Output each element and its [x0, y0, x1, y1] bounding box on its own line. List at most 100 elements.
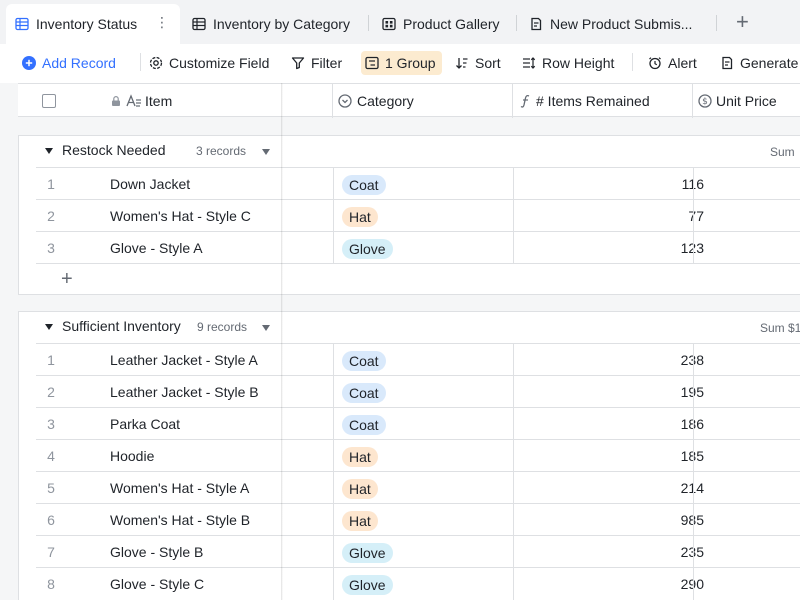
single-select-icon — [338, 94, 352, 108]
view-tabs-bar: Inventory Status ⋮ Inventory by Category… — [0, 0, 800, 44]
cell-item[interactable]: Women's Hat - Style C — [110, 200, 251, 232]
group-button[interactable]: 1 Group — [361, 51, 442, 75]
add-row-button[interactable]: + — [36, 263, 800, 295]
cell-items-remained[interactable]: 77 — [514, 200, 704, 232]
plus-icon: + — [61, 268, 73, 290]
row-height-button[interactable]: Row Height — [522, 51, 614, 75]
group-header[interactable]: Restock Needed 3 records Sum — [19, 136, 800, 167]
alert-button[interactable]: Alert — [648, 51, 697, 75]
cell-items-remained[interactable]: 116 — [514, 168, 704, 200]
group-menu-caret-icon[interactable] — [262, 325, 270, 331]
tab-product-gallery[interactable]: Product Gallery — [382, 4, 518, 44]
add-circle-icon — [22, 56, 36, 70]
column-header-item[interactable]: Item — [110, 84, 172, 118]
group-sum-label[interactable]: Sum — [770, 145, 795, 159]
collapse-caret-icon[interactable] — [45, 324, 53, 330]
form-view-icon — [531, 17, 542, 31]
table-row[interactable]: 7 Glove - Style B Glove 235 — [36, 535, 800, 568]
table-row[interactable]: 3 Glove - Style A Glove 123 — [36, 231, 800, 264]
category-tag[interactable]: Glove — [342, 239, 393, 259]
category-tag[interactable]: Coat — [342, 415, 386, 435]
category-tag[interactable]: Glove — [342, 575, 393, 595]
table-row[interactable]: 1 Leather Jacket - Style A Coat 238 — [36, 343, 800, 376]
generate-label: Generate — [740, 55, 799, 71]
cell-item[interactable]: Parka Coat — [110, 408, 180, 440]
customize-field-button[interactable]: Customize Field — [149, 51, 269, 75]
generate-button[interactable]: Generate — [720, 51, 798, 75]
sort-label: Sort — [475, 55, 501, 71]
table-row[interactable]: 6 Women's Hat - Style B Hat 985 — [36, 503, 800, 536]
cell-item[interactable]: Hoodie — [110, 440, 154, 472]
filter-button[interactable]: Filter — [291, 51, 342, 75]
grid-view-icon — [192, 17, 206, 31]
cell-items-remained[interactable]: 195 — [514, 376, 704, 408]
tab-label: Inventory by Category — [213, 16, 350, 32]
more-options-icon[interactable]: ⋮ — [155, 14, 169, 30]
table-row[interactable]: 1 Down Jacket Coat 116 — [36, 167, 800, 200]
column-title: Unit Price — [716, 93, 777, 109]
row-number: 5 — [47, 480, 55, 496]
column-divider — [693, 536, 694, 568]
row-number: 3 — [47, 416, 55, 432]
category-tag[interactable]: Coat — [342, 175, 386, 195]
cell-items-remained[interactable]: 290 — [514, 568, 704, 600]
category-tag[interactable]: Hat — [342, 447, 378, 467]
category-tag[interactable]: Hat — [342, 479, 378, 499]
group-menu-caret-icon[interactable] — [262, 149, 270, 155]
cell-item[interactable]: Women's Hat - Style B — [110, 504, 250, 536]
column-divider — [333, 200, 334, 232]
group-sum-label[interactable]: Sum $1 — [760, 321, 800, 335]
toolbar-divider — [140, 53, 141, 71]
cell-items-remained[interactable]: 238 — [514, 344, 704, 376]
category-tag[interactable]: Coat — [342, 383, 386, 403]
filter-icon — [291, 57, 305, 70]
cell-items-remained[interactable]: 235 — [514, 536, 704, 568]
sort-button[interactable]: Sort — [455, 51, 501, 75]
column-divider — [693, 440, 694, 472]
table-row[interactable]: 5 Women's Hat - Style A Hat 214 — [36, 471, 800, 504]
table-row[interactable]: 4 Hoodie Hat 185 — [36, 439, 800, 472]
cell-items-remained[interactable]: 985 — [514, 504, 704, 536]
cell-item[interactable]: Leather Jacket - Style B — [110, 376, 259, 408]
tab-inventory-status[interactable]: Inventory Status — [6, 4, 180, 44]
cell-items-remained[interactable]: 185 — [514, 440, 704, 472]
frozen-column-divider — [281, 83, 283, 600]
cell-items-remained[interactable]: 186 — [514, 408, 704, 440]
select-all-checkbox[interactable] — [42, 84, 56, 118]
column-divider — [333, 376, 334, 408]
tab-label: New Product Submis... — [550, 16, 693, 32]
cell-item[interactable]: Glove - Style A — [110, 232, 203, 264]
table-row[interactable]: 8 Glove - Style C Glove 290 — [36, 567, 800, 600]
column-header-unit-price[interactable]: $ Unit Price — [698, 84, 777, 118]
table-row[interactable]: 2 Women's Hat - Style C Hat 77 — [36, 199, 800, 232]
cell-item[interactable]: Glove - Style B — [110, 536, 203, 568]
toolbar-divider — [632, 53, 633, 71]
cell-item[interactable]: Down Jacket — [110, 168, 190, 200]
column-divider — [513, 504, 514, 536]
add-record-button[interactable]: Add Record — [22, 51, 116, 75]
cell-items-remained[interactable]: 123 — [514, 232, 704, 264]
category-tag[interactable]: Coat — [342, 351, 386, 371]
table-row[interactable]: 3 Parka Coat Coat 186 — [36, 407, 800, 440]
category-tag[interactable]: Hat — [342, 511, 378, 531]
tab-inventory-by-category[interactable]: Inventory by Category — [192, 4, 362, 44]
cell-item[interactable]: Glove - Style C — [110, 568, 204, 600]
column-divider — [333, 232, 334, 264]
row-height-label: Row Height — [542, 55, 615, 71]
cell-item[interactable]: Women's Hat - Style A — [110, 472, 249, 504]
collapse-caret-icon[interactable] — [45, 148, 53, 154]
tab-new-product-submission[interactable]: New Product Submis... — [529, 4, 709, 44]
group-header[interactable]: Sufficient Inventory 9 records Sum $1 — [19, 312, 800, 343]
table-row[interactable]: 2 Leather Jacket - Style B Coat 195 — [36, 375, 800, 408]
column-divider — [333, 504, 334, 536]
cell-item[interactable]: Leather Jacket - Style A — [110, 344, 258, 376]
column-divider — [513, 568, 514, 600]
column-header-items-remained[interactable]: # Items Remained — [520, 84, 650, 118]
cell-items-remained[interactable]: 214 — [514, 472, 704, 504]
column-header-category[interactable]: Category — [338, 84, 414, 118]
column-divider — [512, 84, 513, 118]
add-view-icon[interactable]: + — [736, 10, 749, 34]
category-tag[interactable]: Glove — [342, 543, 393, 563]
category-tag[interactable]: Hat — [342, 207, 378, 227]
gallery-view-icon — [382, 17, 396, 31]
